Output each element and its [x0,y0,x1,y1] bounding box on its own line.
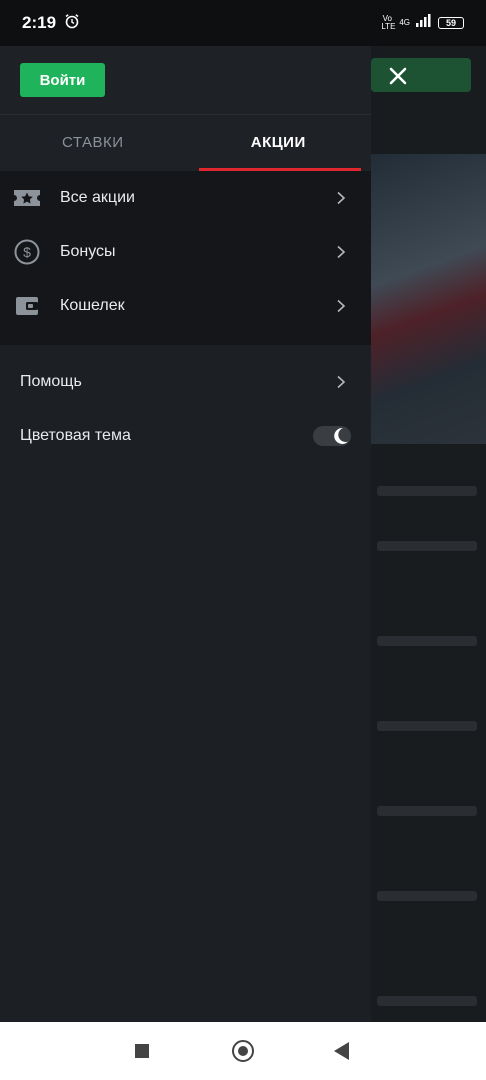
drawer-tabs: СТАВКИ АКЦИИ [0,115,371,171]
moon-icon [329,425,351,447]
home-icon [238,1046,248,1056]
svg-text:$: $ [23,244,31,260]
menu-item-label: Кошелек [60,297,125,314]
background-row [377,806,477,816]
battery-icon: 59 [438,17,464,29]
background-row [377,996,477,1006]
theme-label: Цветовая тема [20,427,131,444]
background-banner [371,154,486,444]
menu-item-wallet[interactable]: Кошелек [0,279,371,333]
menu-item-all-promotions[interactable]: Все акции [0,171,371,225]
settings-section: Помощь Цветовая тема [0,345,371,463]
wallet-icon [13,292,41,320]
close-drawer-button[interactable] [386,66,410,90]
chevron-right-icon [337,245,346,259]
dollar-coin-icon: $ [13,238,41,266]
volte-indicator: Vo LTE [381,14,396,31]
help-label: Помощь [20,373,82,390]
ticket-star-icon [13,184,41,212]
chevron-right-icon [337,191,346,205]
promotions-list: Все акции $ Бонусы Кошелек [0,171,371,345]
menu-item-label: Бонусы [60,243,116,260]
tab-promotions[interactable]: АКЦИИ [186,115,372,171]
status-bar: 2:19 Vo LTE 4G 59 [0,0,486,46]
background-row [377,636,477,646]
close-icon [389,67,407,85]
alarm-icon [64,13,80,34]
background-app[interactable] [371,46,486,1022]
background-row [377,721,477,731]
drawer-header: Войти [0,46,371,115]
background-row [377,541,477,551]
background-row [377,486,477,496]
menu-item-color-theme: Цветовая тема [0,409,371,463]
menu-item-bonuses[interactable]: $ Бонусы [0,225,371,279]
chevron-right-icon [337,299,346,313]
chevron-right-icon [337,375,346,389]
background-row [377,891,477,901]
home-button[interactable] [232,1040,254,1062]
login-button[interactable]: Войти [20,63,105,97]
status-time: 2:19 [22,13,57,32]
theme-toggle[interactable] [313,426,351,446]
recent-apps-button[interactable] [135,1044,149,1058]
signal-icon [416,14,432,32]
back-button[interactable] [334,1042,349,1060]
system-navigation-bar [0,1022,486,1080]
network-type: 4G [399,18,410,27]
menu-item-label: Все акции [60,189,135,206]
navigation-drawer: Войти СТАВКИ АКЦИИ Все акции $ Бонусы Ко… [0,46,371,1022]
tab-bets[interactable]: СТАВКИ [0,115,186,171]
menu-item-help[interactable]: Помощь [0,355,371,409]
